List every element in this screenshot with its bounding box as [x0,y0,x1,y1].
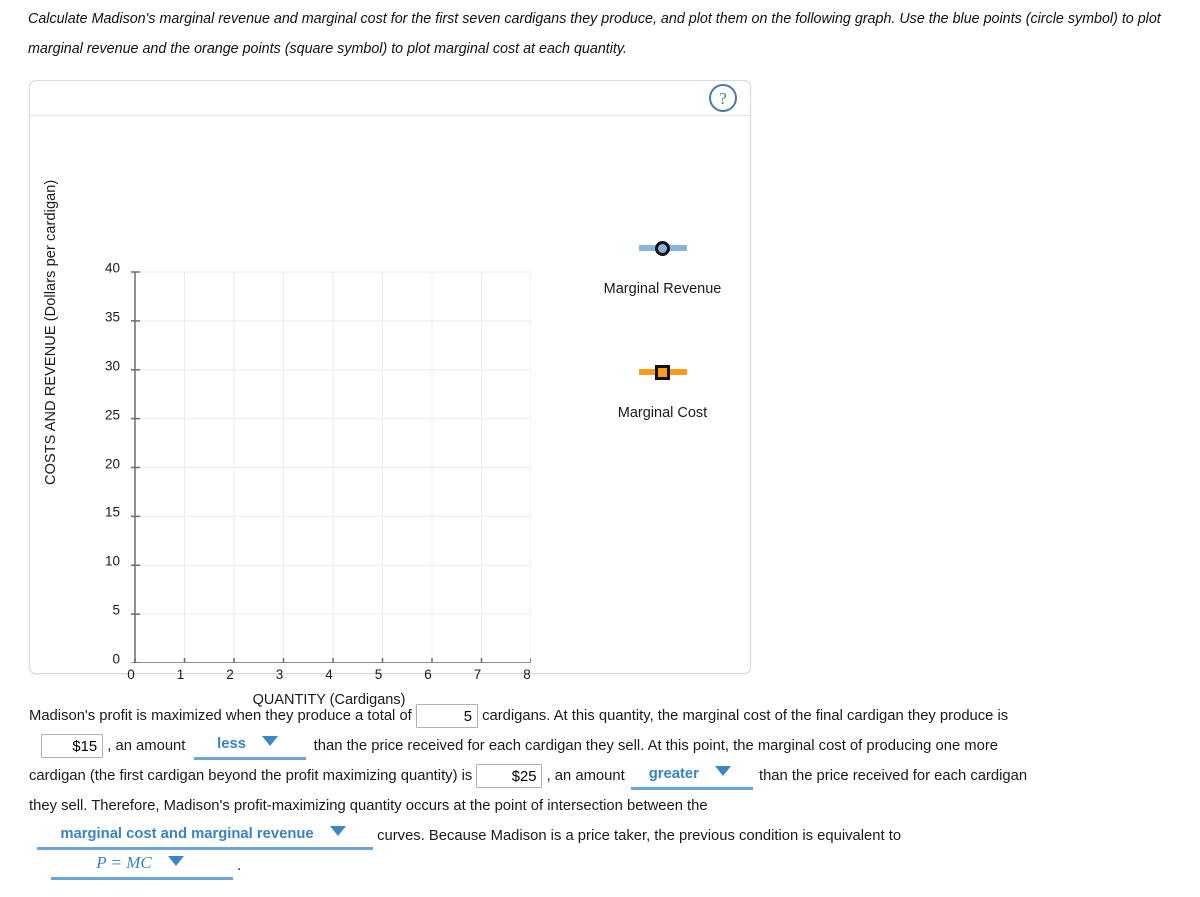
y-tick-label: 20 [104,456,120,471]
answer-line-6: P = MC . [29,851,1177,881]
answer-text-3a: cardigan (the first cardigan beyond the … [29,768,473,784]
x-tick-label: 2 [226,667,234,682]
answer-text-3b: , an amount [546,768,625,784]
legend-swatch-marginal-revenue [570,237,755,259]
answer-text-4: they sell. Therefore, Madison's profit-m… [29,798,708,814]
answer-line-3: cardigan (the first cardigan beyond the … [29,761,1177,791]
question-prompt: Calculate Madison's marginal revenue and… [28,11,1161,57]
x-tick-label: 3 [275,667,284,682]
x-tick-label: 8 [523,667,531,682]
marginal-cost-next-input[interactable]: $25 [476,764,543,789]
legend-entry-marginal-revenue[interactable]: Marginal Revenue [570,237,755,297]
legend-marker-circle-icon [655,240,670,256]
answer-text-2a: , an amount [107,738,186,754]
y-tick-label: 5 [112,602,120,618]
curves-dropdown[interactable]: marginal cost and marginal revenue [37,823,373,850]
chevron-down-icon [329,825,346,836]
answer-paragraph: Madison's profit is maximized when they … [29,701,1177,881]
y-axis-title: COSTS AND REVENUE (Dollars per cardigan) [43,179,59,485]
plot-area [131,268,531,663]
legend-label-marginal-revenue: Marginal Revenue [603,281,722,297]
quantity-input[interactable]: 5 [415,704,478,729]
marginal-cost-final-input[interactable]: $15 [41,734,104,759]
curves-dropdown-value: marginal cost and marginal revenue [60,825,314,842]
legend-swatch-marginal-cost [570,361,755,383]
graph-panel: ? COSTS AND REVENUE (Dollars per cardiga… [29,80,751,708]
y-tick-label: 0 [112,651,120,667]
less-more-dropdown-value: less [217,735,246,752]
answer-text-2b: than the price received for each cardiga… [313,738,998,754]
greater-less-dropdown[interactable]: greater [630,763,753,790]
answer-line-2: $15 , an amount less than the price rece… [29,731,1177,761]
help-icon[interactable]: ? [709,84,737,112]
grid-svg [131,271,531,663]
legend-label-marginal-cost: Marginal Cost [617,405,708,421]
legend-marker-square-icon [655,364,670,380]
y-tick-label: 25 [104,407,120,423]
legend-entry-marginal-cost[interactable]: Marginal Cost [570,361,755,421]
chart-legend: Marginal Revenue Marginal Cost [570,237,755,421]
x-tick-label: 7 [473,667,482,682]
y-tick-label: 30 [104,358,120,374]
y-tick-label: 15 [104,504,120,520]
answer-text-5b: curves. Because Madison is a price taker… [377,828,902,844]
answer-text-1b: cardigans. At this quantity, the margina… [482,708,1009,724]
answer-text-1a: Madison's profit is maximized when they … [29,708,412,724]
chevron-down-icon [167,856,184,867]
condition-dropdown-value: P = MC [96,853,152,873]
y-axis-tick-labels: 0 5 10 15 20 25 30 35 40 [85,261,120,667]
y-tick-label: 40 [104,260,120,276]
x-tick-label: 1 [176,667,185,682]
greater-less-dropdown-value: greater [648,765,699,782]
less-more-dropdown[interactable]: less [193,733,306,760]
answer-line-5: marginal cost and marginal revenue curve… [29,821,1177,851]
x-axis-tick-labels: 0 1 2 3 4 5 6 7 8 [127,667,531,687]
answer-line-4: they sell. Therefore, Madison's profit-m… [29,791,1177,821]
graph-panel-header [30,81,750,116]
x-tick-label: 6 [424,667,432,682]
x-tick-label: 4 [325,667,333,682]
x-tick-label: 0 [127,667,135,682]
y-tick-label: 10 [104,553,120,569]
chevron-down-icon [714,765,731,776]
x-tick-label: 5 [374,667,383,682]
answer-text-3c: than the price received for each cardiga… [758,768,1028,784]
chevron-down-icon [261,735,278,746]
answer-line-1: Madison's profit is maximized when they … [29,701,1177,731]
condition-dropdown[interactable]: P = MC [51,852,233,881]
y-tick-label: 35 [104,309,120,325]
answer-text-6-end: . [237,858,242,874]
plot-wrapper: COSTS AND REVENUE (Dollars per cardigan)… [30,117,750,708]
